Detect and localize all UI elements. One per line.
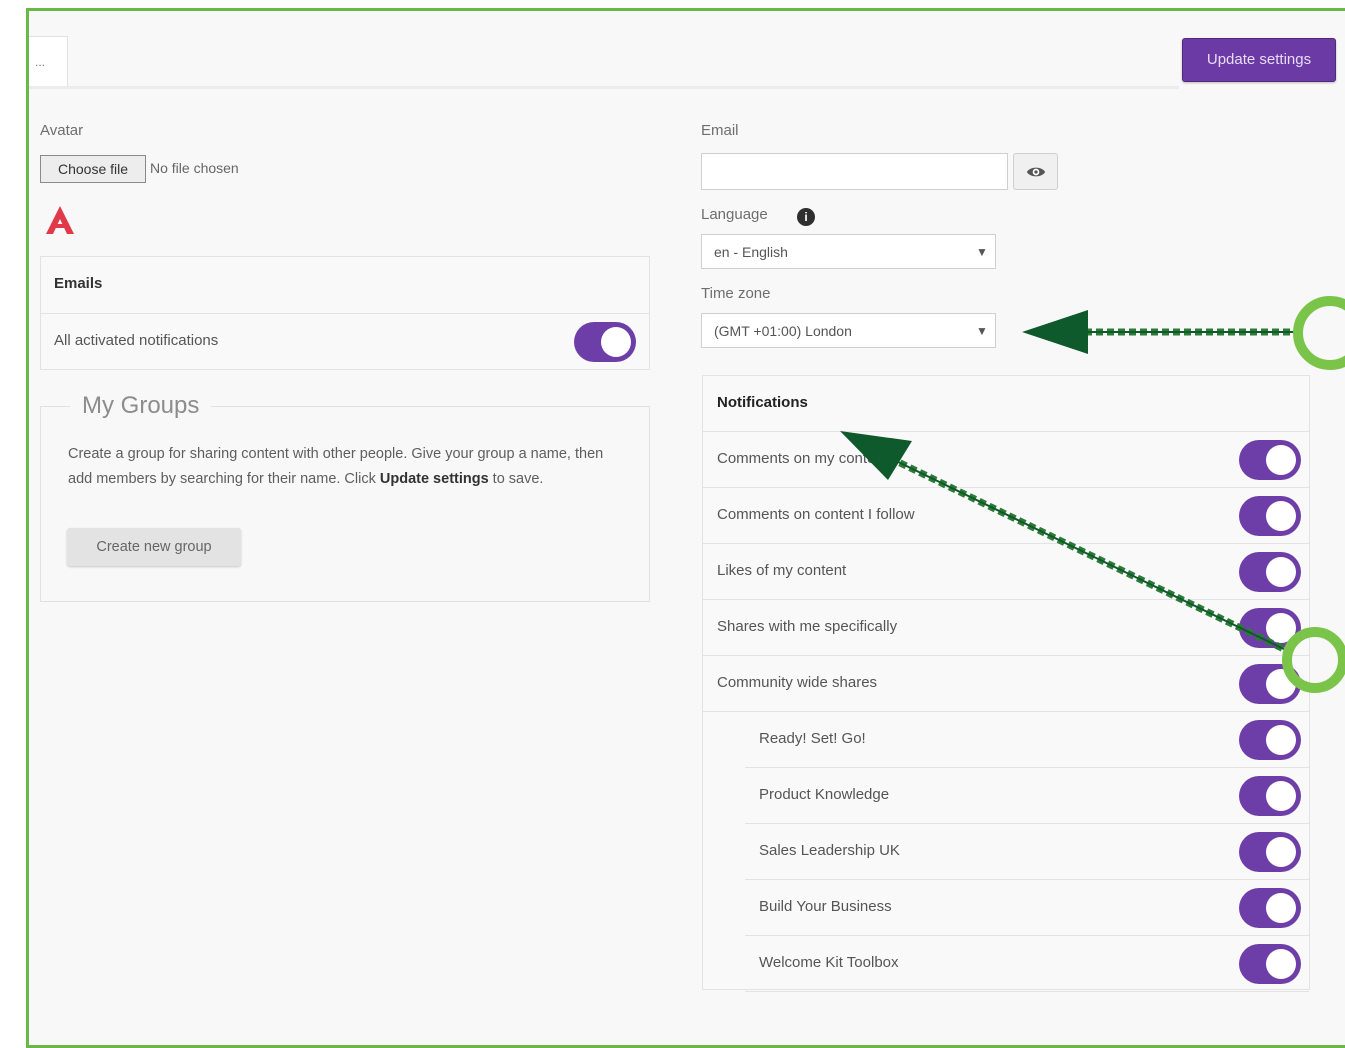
emails-panel-header: Emails — [41, 257, 649, 314]
items-label: Comments on my content — [717, 450, 888, 467]
my-groups-legend: My Groups — [70, 392, 212, 420]
eye-icon — [1026, 167, 1046, 177]
communities-row: Ready! Set! Go! — [745, 712, 1309, 768]
choose-file-button[interactable]: Choose file — [40, 155, 146, 183]
communities-toggle[interactable] — [1239, 888, 1301, 928]
communities-row: Build Your Business — [745, 880, 1309, 936]
emails-row-label: All activated notifications — [54, 332, 219, 349]
chevron-down-icon: ▼ — [976, 324, 988, 338]
items-toggle[interactable] — [1239, 440, 1301, 480]
items-row: Comments on my content — [703, 432, 1309, 488]
items-row: Shares with me specifically — [703, 600, 1309, 656]
tab-stub[interactable]: ... — [29, 36, 68, 87]
emails-row: All activated notifications — [41, 314, 649, 371]
my-groups-description: Create a group for sharing content with … — [68, 442, 628, 492]
timezone-select[interactable]: (GMT +01:00) London ▼ — [701, 313, 996, 348]
items-label: Community wide shares — [717, 674, 878, 691]
create-group-button[interactable]: Create new group — [67, 528, 241, 566]
communities-label: Welcome Kit Toolbox — [759, 954, 899, 971]
description-text-2: to save. — [488, 471, 544, 487]
communities-label: Product Knowledge — [759, 786, 890, 803]
notifications-header: Notifications — [703, 376, 1309, 432]
chevron-down-icon: ▼ — [976, 245, 988, 259]
notifications-title: Notifications — [717, 394, 808, 411]
communities-row: Sales Leadership UK — [745, 824, 1309, 880]
communities-toggle[interactable] — [1239, 944, 1301, 984]
emails-panel-title: Emails — [54, 275, 103, 292]
email-label: Email — [701, 122, 739, 139]
info-icon[interactable]: i — [797, 208, 815, 226]
communities-toggle[interactable] — [1239, 776, 1301, 816]
brand-logo-icon — [46, 206, 74, 234]
items-toggle[interactable] — [1239, 552, 1301, 592]
header-divider — [29, 86, 1179, 89]
description-bold: Update settings — [379, 471, 489, 487]
update-settings-button[interactable]: Update settings — [1182, 38, 1336, 82]
file-status: No file chosen — [150, 160, 239, 176]
items-toggle[interactable] — [1239, 496, 1301, 536]
timezone-label: Time zone — [701, 285, 771, 302]
my-groups-fieldset — [40, 406, 650, 602]
communities-label: Build Your Business — [759, 898, 892, 915]
communities-label: Sales Leadership UK — [759, 842, 900, 859]
timezone-value: (GMT +01:00) London — [714, 323, 852, 339]
items-row: Comments on content I follow — [703, 488, 1309, 544]
language-value: en - English — [714, 244, 788, 260]
communities-toggle[interactable] — [1239, 720, 1301, 760]
avatar-label: Avatar — [40, 122, 84, 139]
email-input[interactable] — [701, 153, 1008, 190]
items-label: Likes of my content — [717, 562, 847, 579]
communities-label: Ready! Set! Go! — [759, 730, 866, 747]
communities-row: Product Knowledge — [745, 768, 1309, 824]
items-label: Comments on content I follow — [717, 506, 915, 523]
communities-toggle[interactable] — [1239, 832, 1301, 872]
notifications-panel: Notifications Comments on my content Comm… — [702, 375, 1310, 992]
emails-panel: Emails All activated notifications — [40, 256, 650, 370]
items-toggle[interactable] — [1239, 608, 1301, 648]
items-row: Likes of my content — [703, 544, 1309, 600]
items-toggle[interactable] — [1239, 664, 1301, 704]
language-label: Language — [701, 206, 768, 223]
all-notifications-toggle[interactable] — [574, 322, 636, 362]
language-select[interactable]: en - English ▼ — [701, 234, 996, 269]
show-email-button[interactable] — [1013, 153, 1058, 190]
items-row: Community wide shares — [703, 656, 1309, 712]
communities-row: Welcome Kit Toolbox — [745, 936, 1309, 992]
items-label: Shares with me specifically — [717, 618, 898, 635]
